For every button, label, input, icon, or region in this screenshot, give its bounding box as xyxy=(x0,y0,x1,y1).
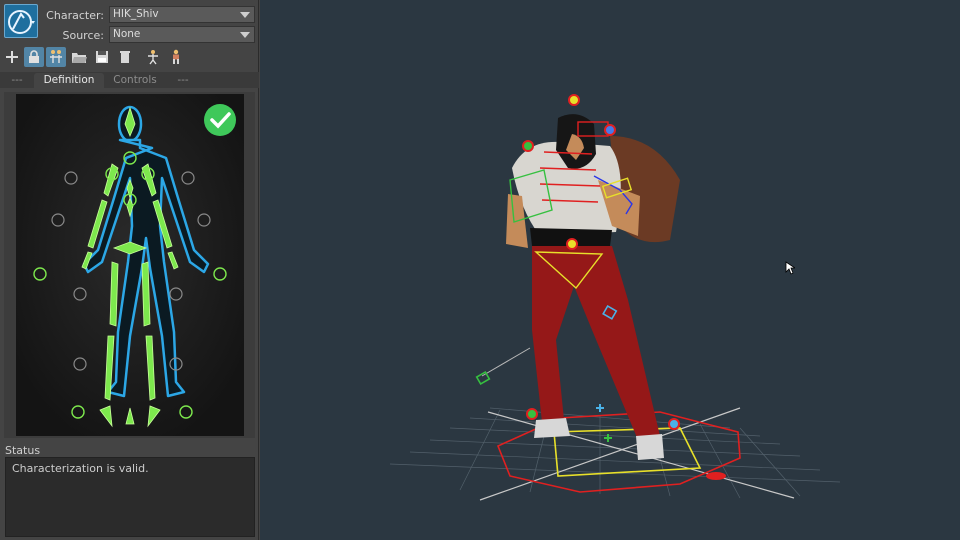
save-icon[interactable] xyxy=(92,47,112,67)
status-log: Characterization is valid. xyxy=(5,457,255,537)
tab-definition[interactable]: Definition xyxy=(34,73,104,88)
lock-icon[interactable] xyxy=(24,47,44,67)
chevron-down-icon xyxy=(240,12,250,18)
source-dropdown[interactable]: None xyxy=(109,26,255,43)
character-figure xyxy=(16,94,244,436)
status-message: Characterization is valid. xyxy=(12,462,149,475)
ground-grid xyxy=(389,407,841,499)
tab-left-more[interactable]: --- xyxy=(2,73,32,88)
tab-controls[interactable]: Controls xyxy=(104,73,166,88)
add-icon[interactable] xyxy=(2,47,22,67)
definition-view xyxy=(16,94,244,436)
tab-right-more[interactable]: --- xyxy=(168,73,198,88)
character-label: Character: xyxy=(46,9,104,22)
mouse-cursor-icon xyxy=(785,261,795,275)
character-value: HIK_Shiv xyxy=(113,8,159,20)
status-title: Status xyxy=(5,444,41,457)
3d-viewport[interactable] xyxy=(260,0,960,540)
character-dropdown[interactable]: HIK_Shiv xyxy=(109,6,255,23)
folder-open-icon[interactable] xyxy=(69,47,89,67)
check-icon xyxy=(204,104,236,136)
humanik-logo xyxy=(4,4,38,38)
character-icon[interactable] xyxy=(166,47,186,67)
scene xyxy=(389,94,841,501)
source-value: None xyxy=(113,28,141,40)
source-label: Source: xyxy=(62,29,105,42)
mirror-icon[interactable] xyxy=(46,47,66,67)
skeleton-icon[interactable] xyxy=(143,47,163,67)
humanik-panel: Character: HIK_Shiv Source: None --- Def… xyxy=(0,0,259,540)
chevron-down-icon xyxy=(240,32,250,38)
delete-icon[interactable] xyxy=(115,47,135,67)
tab-bar: --- Definition Controls --- xyxy=(0,72,259,88)
